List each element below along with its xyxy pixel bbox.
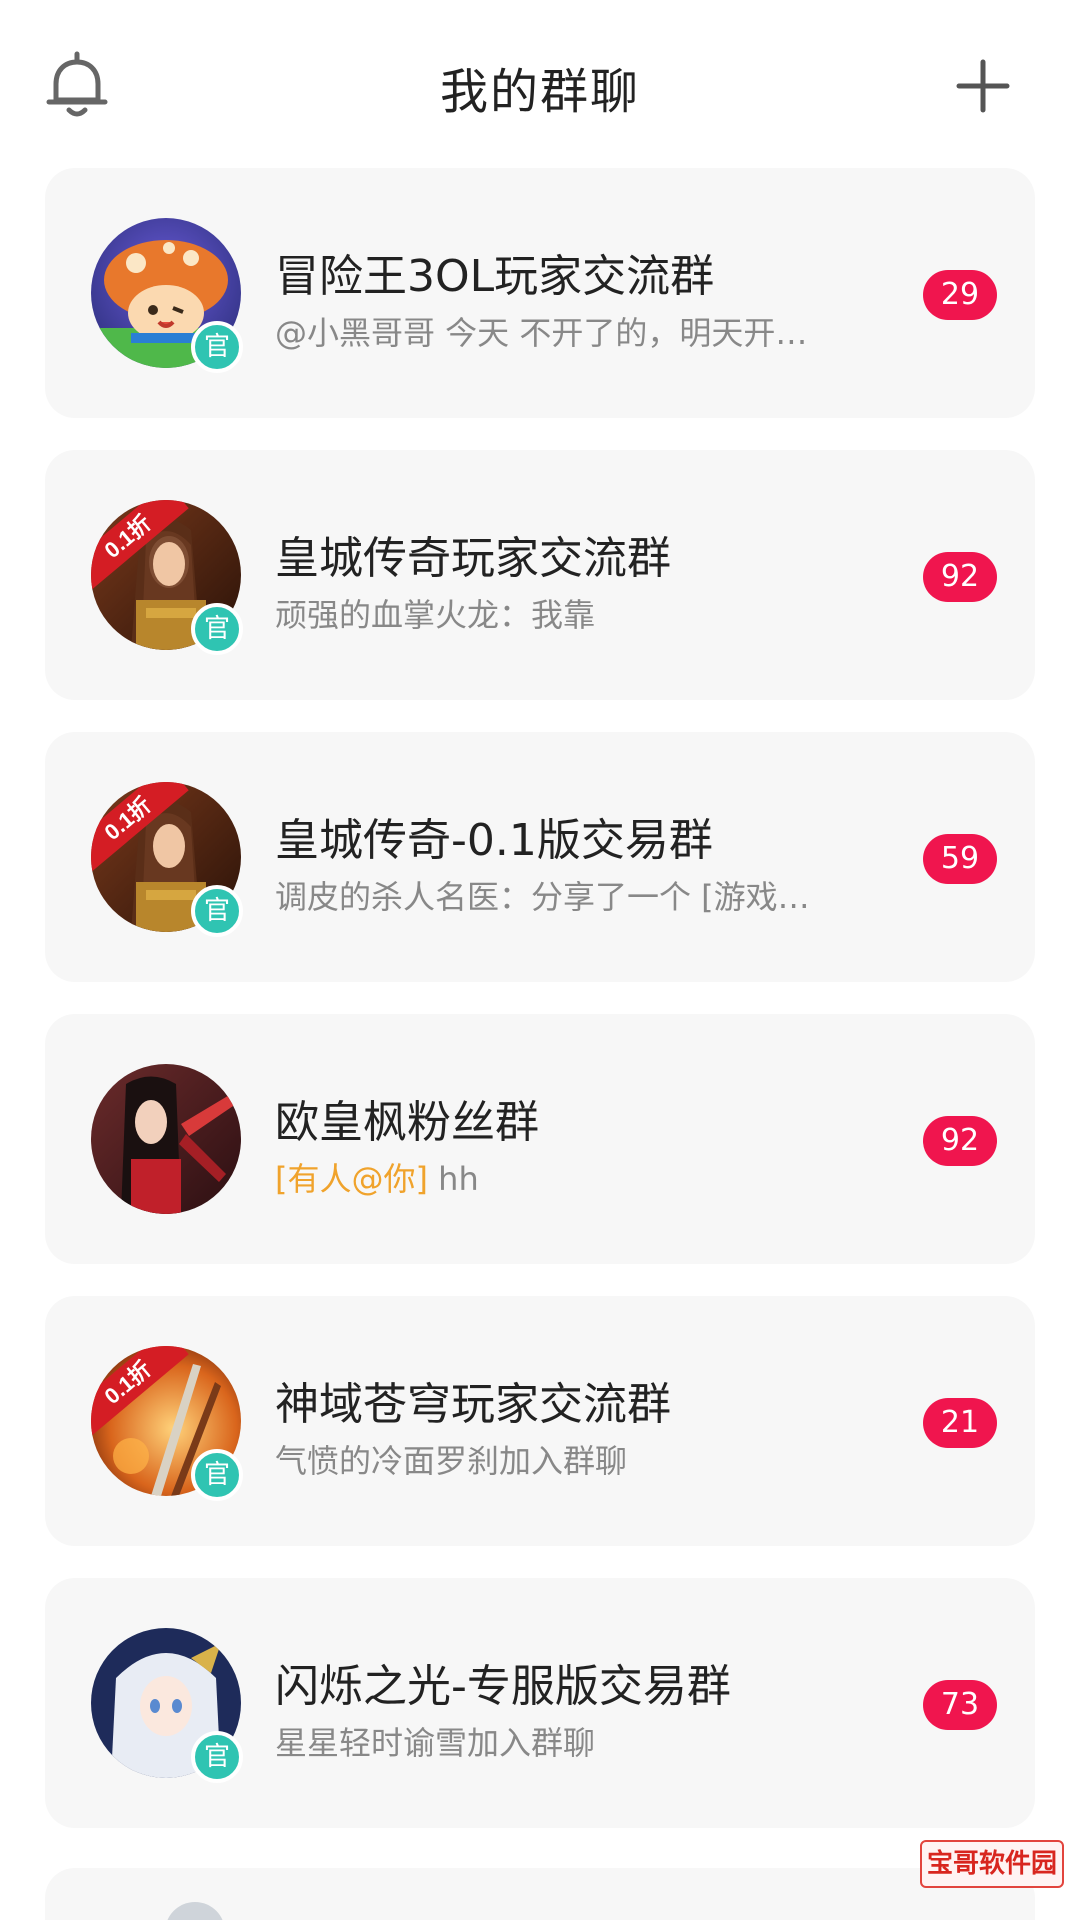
group-card-4[interactable]: 欧皇枫粉丝群 [有人@你] hh 92 bbox=[45, 1014, 1035, 1264]
group-card-6[interactable]: 官 闪烁之光-专服版交易群 星星轻时谕雪加入群聊 73 bbox=[45, 1578, 1035, 1828]
group-list: 官 冒险王3OL玩家交流群 @小黑哥哥 今天 不开了的，明天开… 29 0.1折… bbox=[45, 168, 1035, 1860]
discount-ribbon-label: 0.1折 bbox=[91, 1346, 189, 1438]
group-name: 闪烁之光-专服版交易群 bbox=[275, 1661, 731, 1712]
unread-badge: 29 bbox=[923, 270, 997, 320]
last-message: [有人@你] hh bbox=[275, 1154, 875, 1200]
group-card-1[interactable]: 官 冒险王3OL玩家交流群 @小黑哥哥 今天 不开了的，明天开… 29 bbox=[45, 168, 1035, 418]
group-avatar: 0.1折 官 bbox=[91, 1346, 243, 1501]
mention-tag: [有人@你] bbox=[275, 1160, 428, 1198]
discount-ribbon-label: 0.1折 bbox=[91, 500, 189, 592]
page-title: 我的群聊 bbox=[439, 64, 640, 120]
unread-badge: 92 bbox=[923, 552, 997, 602]
header: 我的群聊 bbox=[0, 0, 1080, 165]
group-avatar: 0.1折 官 bbox=[91, 782, 243, 937]
group-card-partial[interactable] bbox=[45, 1868, 1035, 1920]
group-name: 冒险王3OL玩家交流群 bbox=[275, 251, 715, 302]
group-card-3[interactable]: 0.1折 官 皇城传奇-0.1版交易群 调皮的杀人名医：分享了一个 [游戏… 5… bbox=[45, 732, 1035, 982]
official-badge: 官 bbox=[191, 885, 243, 937]
group-avatar bbox=[91, 1064, 241, 1214]
group-card-2[interactable]: 0.1折 官 皇城传奇玩家交流群 顽强的血掌火龙：我靠 92 bbox=[45, 450, 1035, 700]
discount-ribbon-label: 0.1折 bbox=[91, 782, 189, 874]
last-message: 调皮的杀人名医：分享了一个 [游戏… bbox=[275, 878, 810, 916]
group-name: 皇城传奇-0.1版交易群 bbox=[275, 815, 713, 866]
last-message-text: hh bbox=[427, 1160, 479, 1198]
last-message: 星星轻时谕雪加入群聊 bbox=[275, 1724, 596, 1762]
unread-badge: 59 bbox=[923, 834, 997, 884]
group-name: 神域苍穹玩家交流群 bbox=[275, 1379, 671, 1430]
group-chat-screen: 我的群聊 官 冒险王3OL玩家交流群 @小黑哥哥 今天 不开了的，明天开… 29… bbox=[0, 0, 1080, 1920]
dark-hair-swordswoman-avatar bbox=[91, 1064, 241, 1214]
group-avatar: 官 bbox=[91, 1628, 243, 1783]
official-badge: 官 bbox=[191, 1731, 243, 1783]
unread-badge: 21 bbox=[923, 1398, 997, 1448]
last-message: 顽强的血掌火龙：我靠 bbox=[275, 596, 596, 634]
unread-badge: 73 bbox=[923, 1680, 997, 1730]
official-badge: 官 bbox=[191, 1449, 243, 1501]
group-name: 欧皇枫粉丝群 bbox=[275, 1097, 539, 1148]
last-message: @小黑哥哥 今天 不开了的，明天开… bbox=[275, 314, 808, 352]
group-avatar: 官 bbox=[91, 218, 243, 373]
official-badge: 官 bbox=[191, 321, 243, 373]
unread-badge: 92 bbox=[923, 1116, 997, 1166]
official-badge: 官 bbox=[191, 603, 243, 655]
last-message: 气愤的冷面罗刹加入群聊 bbox=[275, 1442, 628, 1480]
group-name: 皇城传奇玩家交流群 bbox=[275, 533, 671, 584]
group-avatar: 0.1折 官 bbox=[91, 500, 243, 655]
watermark-logo: 宝哥软件园 bbox=[920, 1840, 1064, 1888]
group-card-5[interactable]: 0.1折 官 神域苍穹玩家交流群 气愤的冷面罗刹加入群聊 21 bbox=[45, 1296, 1035, 1546]
plus-icon[interactable] bbox=[955, 58, 1011, 114]
group-avatar bbox=[165, 1902, 225, 1920]
